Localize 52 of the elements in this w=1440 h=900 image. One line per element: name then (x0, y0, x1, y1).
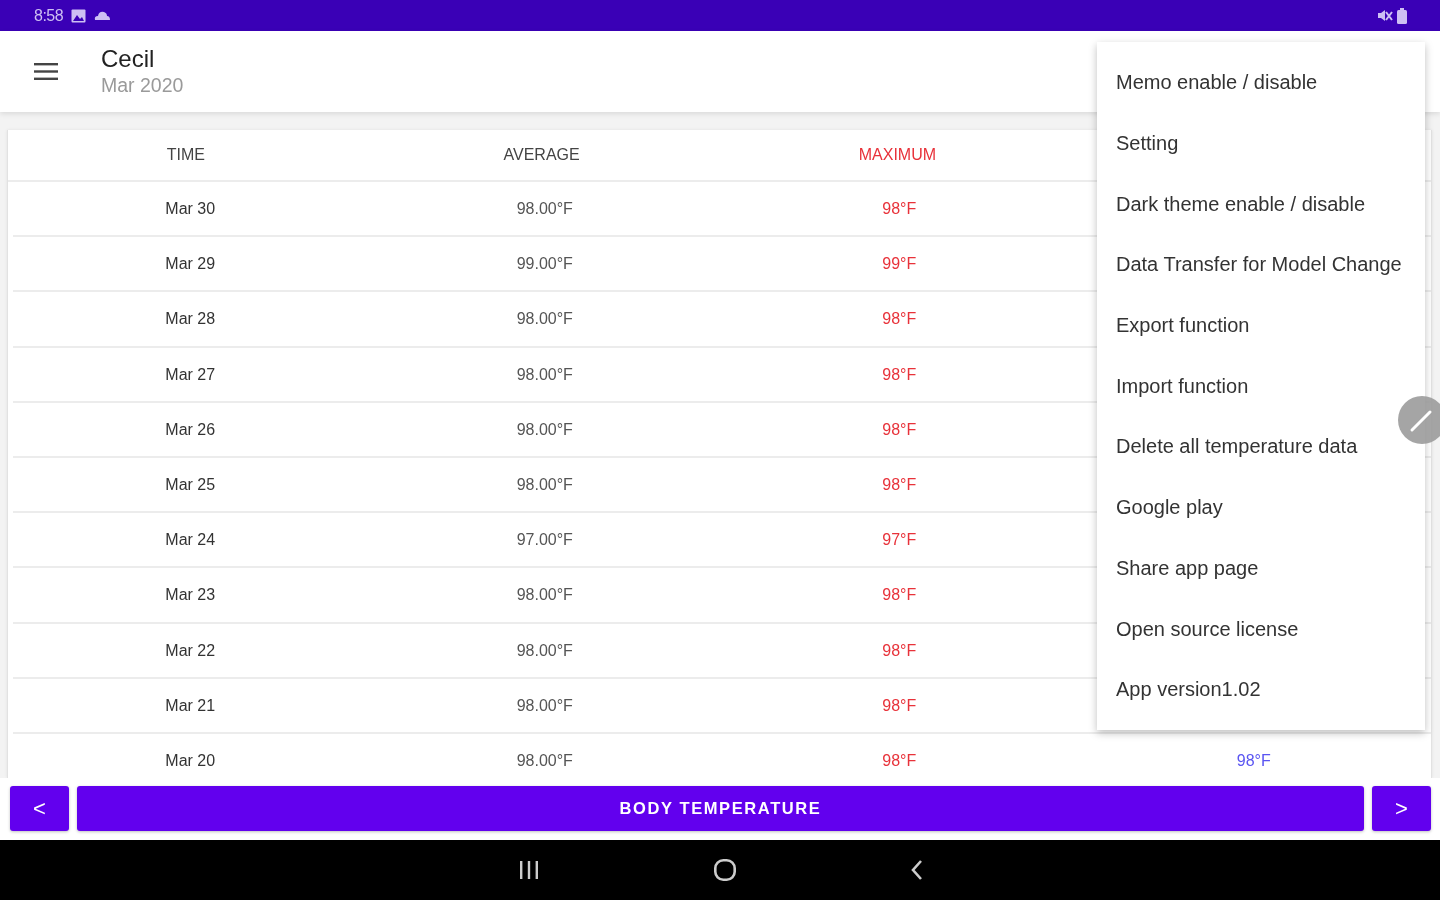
table-cell: 98.00°F (516, 474, 573, 495)
table-cell: 98°F (882, 199, 917, 219)
table-cell: Mar 26 (165, 419, 216, 439)
table-cell: 99°F (882, 254, 917, 274)
table-cell: 99.00°F (516, 254, 573, 274)
table-cell: 98°F (882, 750, 917, 771)
table-cell: Mar 21 (165, 695, 216, 715)
image-icon (71, 8, 87, 23)
table-cell: Mar 27 (165, 364, 216, 384)
table-cell: 97.00°F (516, 530, 573, 550)
table-cell: 98°F (882, 695, 917, 715)
table-cell: 98°F (882, 474, 917, 495)
recent-apps-icon[interactable] (518, 861, 539, 879)
table-cell: Mar 25 (165, 474, 216, 495)
table-cell: Mar 24 (165, 530, 216, 550)
table-cell: Mar 23 (165, 585, 216, 605)
table-cell: 98.00°F (516, 364, 573, 384)
body-temperature-button[interactable]: BODY TEMPERATURE (77, 786, 1364, 831)
mute-icon (1377, 9, 1393, 22)
table-cell: 98.00°F (516, 419, 573, 439)
table-cell: 98.00°F (516, 750, 573, 771)
table-cell: 98°F (882, 640, 917, 660)
table-cell: Mar 28 (165, 309, 216, 329)
home-icon[interactable] (713, 859, 736, 881)
column-header: AVERAGE (503, 145, 580, 165)
table-cell: 98.00°F (516, 585, 573, 605)
app-title: Cecil (101, 45, 156, 73)
cloud-icon (94, 11, 111, 20)
menu-icon[interactable] (34, 63, 58, 80)
previous-button[interactable]: < (10, 786, 69, 831)
table-cell: 98°F (882, 364, 917, 384)
table-cell: 98°F (882, 309, 917, 329)
table-cell: 98.00°F (516, 695, 573, 715)
battery-icon (1397, 7, 1407, 24)
column-header: MAXIMUM (858, 145, 937, 165)
table-cell: 98°F (1236, 750, 1271, 771)
table-cell: Mar 20 (165, 750, 216, 771)
next-button[interactable]: > (1372, 786, 1431, 831)
table-cell: 98°F (882, 419, 917, 439)
status-time: 8:58 (34, 5, 64, 26)
table-cell: 98.00°F (516, 309, 573, 329)
table-cell: 97°F (882, 530, 917, 550)
table-cell: Mar 29 (165, 254, 216, 274)
edit-button[interactable] (1398, 396, 1440, 444)
table-cell: Mar 22 (165, 640, 216, 660)
table-cell: Mar 30 (165, 199, 216, 219)
month-subtitle: Mar 2020 (101, 72, 184, 98)
column-header: TIME (166, 145, 205, 165)
table-cell: 98.00°F (516, 199, 573, 219)
table-cell: 98.00°F (516, 640, 573, 660)
table-cell: 98°F (882, 585, 917, 605)
back-icon[interactable] (910, 860, 922, 880)
